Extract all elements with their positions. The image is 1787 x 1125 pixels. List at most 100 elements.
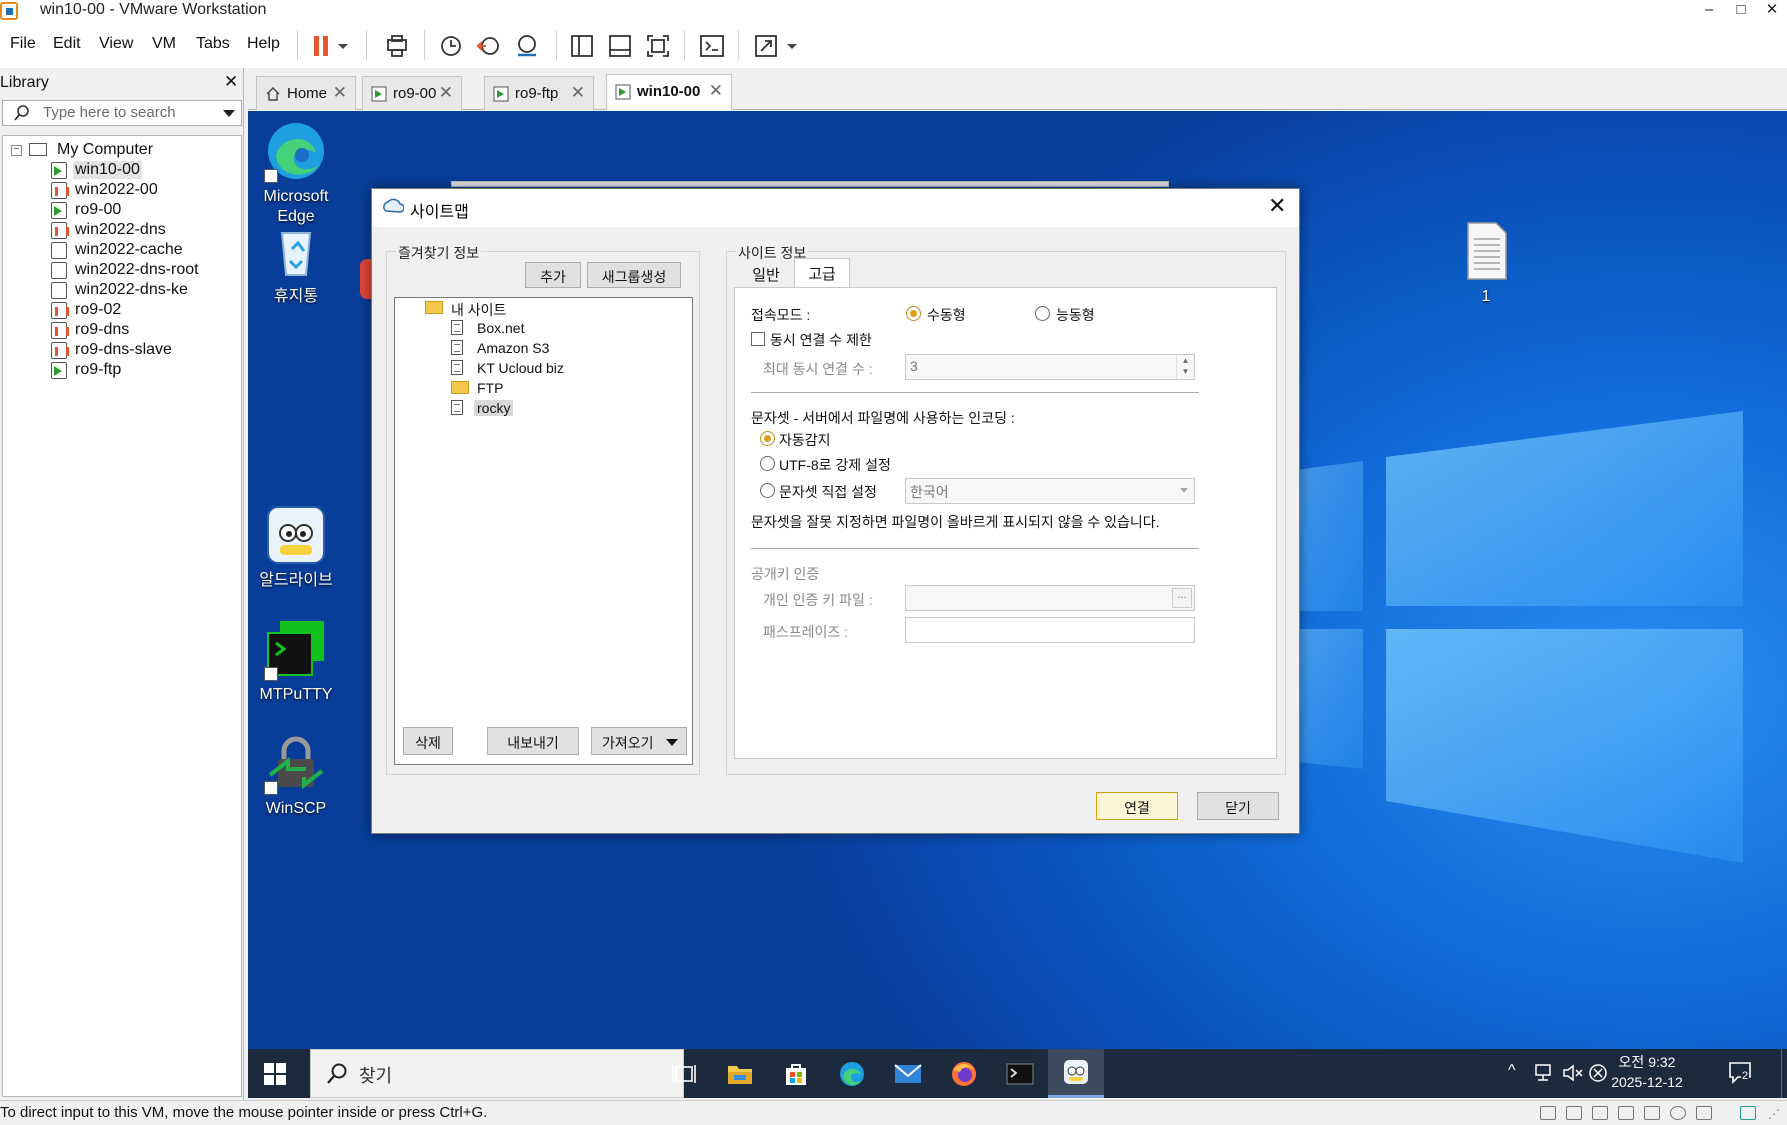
firefox-icon[interactable]: [936, 1049, 992, 1098]
tree-folder[interactable]: FTP: [451, 378, 651, 398]
library-vm-item[interactable]: win2022-dns: [51, 220, 231, 242]
notification-center-icon[interactable]: 2: [1728, 1061, 1754, 1085]
snapshot-manager-icon[interactable]: [511, 30, 543, 62]
minimize-button[interactable]: –: [1697, 0, 1721, 20]
snapshot-icon[interactable]: [435, 30, 467, 62]
dialog-close-button[interactable]: ✕: [1268, 193, 1286, 219]
close-tab-icon[interactable]: ✕: [439, 83, 453, 103]
export-button[interactable]: 내보내기: [487, 727, 579, 755]
tab-win10-00[interactable]: win10-00 ✕: [606, 74, 732, 110]
tree-site-selected[interactable]: rocky: [451, 398, 651, 418]
network-adapter-icon[interactable]: [1618, 1106, 1634, 1120]
microsoft-store-icon[interactable]: [768, 1049, 824, 1098]
active-mode-radio[interactable]: [1035, 306, 1050, 321]
menu-view[interactable]: View: [99, 35, 133, 53]
tab-home[interactable]: Home ✕: [256, 76, 356, 110]
close-button[interactable]: 닫기: [1197, 792, 1279, 820]
terminal-icon[interactable]: [992, 1049, 1048, 1098]
taskbar-clock[interactable]: 오전 9:32 2025-12-12: [1606, 1052, 1688, 1092]
message-log-icon[interactable]: [1740, 1106, 1756, 1120]
library-vm-item[interactable]: ro9-dns: [51, 320, 231, 342]
charset-manual-radio[interactable]: [760, 483, 775, 498]
show-hidden-icons-icon[interactable]: ^: [1508, 1062, 1516, 1080]
private-key-field[interactable]: [905, 585, 1195, 611]
send-keys-icon[interactable]: [381, 30, 413, 62]
network-icon[interactable]: [1534, 1063, 1556, 1088]
menu-help[interactable]: Help: [247, 35, 280, 53]
limit-connections-checkbox[interactable]: [751, 332, 765, 346]
tab-general[interactable]: 일반: [738, 260, 794, 288]
close-tab-icon[interactable]: ✕: [333, 83, 347, 103]
charset-utf8-radio[interactable]: [760, 456, 775, 471]
desktop-icon-aldrive[interactable]: 알드라이브: [248, 503, 344, 591]
tree-site[interactable]: Box.net: [451, 318, 651, 338]
hard-disk-icon[interactable]: [1566, 1106, 1582, 1120]
console-icon[interactable]: [696, 30, 728, 62]
hard-disk-icon[interactable]: [1540, 1106, 1556, 1120]
desktop-icon-winscp[interactable]: WinSCP: [248, 731, 344, 819]
menu-tabs[interactable]: Tabs: [196, 35, 230, 53]
library-vm-item[interactable]: win2022-dns-root: [51, 260, 231, 282]
library-view-icon[interactable]: [566, 30, 598, 62]
library-search-input[interactable]: Type here to search: [2, 100, 242, 126]
resize-grip-icon[interactable]: ⋰: [1768, 1107, 1780, 1121]
file-explorer-icon[interactable]: [712, 1049, 768, 1098]
library-vm-item[interactable]: win2022-dns-ke: [51, 280, 231, 302]
tree-site[interactable]: Amazon S3: [451, 338, 651, 358]
library-close-button[interactable]: ✕: [224, 72, 238, 92]
passive-mode-radio[interactable]: [906, 306, 921, 321]
dropdown-arrow-icon[interactable]: [333, 30, 353, 62]
sound-card-icon[interactable]: [1670, 1106, 1686, 1120]
menu-vm[interactable]: VM: [152, 35, 176, 53]
close-window-button[interactable]: ✕: [1760, 0, 1784, 20]
task-view-icon[interactable]: [656, 1049, 712, 1098]
aldrive-taskbar-icon[interactable]: [1048, 1049, 1104, 1098]
usb-icon[interactable]: [1644, 1106, 1660, 1120]
connect-button[interactable]: 연결: [1096, 792, 1178, 820]
tree-site[interactable]: KT Ucloud biz: [451, 358, 651, 378]
new-group-button[interactable]: 새그룹생성: [587, 262, 681, 288]
charset-select[interactable]: 한국어: [905, 478, 1195, 504]
desktop-icon-mtputty[interactable]: MTPuTTY: [248, 617, 344, 705]
full-screen-icon[interactable]: [642, 30, 674, 62]
library-vm-item[interactable]: ro9-02: [51, 300, 231, 322]
stretch-icon[interactable]: [750, 30, 782, 62]
library-vm-item[interactable]: win10-00: [51, 160, 231, 182]
volume-muted-icon[interactable]: [1562, 1063, 1584, 1088]
library-vm-item[interactable]: ro9-ftp: [51, 360, 231, 382]
windows-start-icon[interactable]: [248, 1049, 302, 1098]
stretch-dropdown-icon[interactable]: [782, 30, 802, 62]
add-site-button[interactable]: 추가: [525, 262, 581, 288]
tab-advanced[interactable]: 고급: [794, 258, 850, 288]
close-tab-icon[interactable]: ✕: [709, 81, 723, 101]
tree-root-my-computer[interactable]: − My Computer: [11, 140, 211, 162]
tab-ro9-00[interactable]: ro9-00 ✕: [362, 76, 462, 110]
passphrase-field[interactable]: [905, 617, 1195, 643]
tree-folder[interactable]: 내 사이트: [425, 298, 625, 318]
revert-snapshot-icon[interactable]: [473, 30, 505, 62]
desktop-icon-recycle-bin[interactable]: 휴지통: [248, 219, 344, 307]
collapse-icon[interactable]: −: [11, 145, 22, 156]
desktop-icon-edge[interactable]: Microsoft Edge: [248, 119, 344, 227]
desktop-icon-text-file[interactable]: 1: [1438, 219, 1534, 307]
status-error-icon[interactable]: [1588, 1063, 1608, 1088]
max-connections-field[interactable]: 3: [905, 354, 1195, 380]
menu-edit[interactable]: Edit: [53, 35, 81, 53]
menu-file[interactable]: File: [10, 35, 36, 53]
cd-dvd-icon[interactable]: [1592, 1106, 1608, 1120]
show-desktop-button[interactable]: [1781, 1049, 1787, 1098]
thumbnail-view-icon[interactable]: [604, 30, 636, 62]
tab-ro9-ftp[interactable]: ro9-ftp ✕: [484, 76, 594, 110]
search-dropdown-icon[interactable]: [223, 110, 235, 117]
spinner-arrows-icon[interactable]: ▲ ▼: [1176, 355, 1194, 379]
library-vm-item[interactable]: ro9-00: [51, 200, 231, 222]
edge-taskbar-icon[interactable]: [824, 1049, 880, 1098]
maximize-button[interactable]: □: [1729, 0, 1753, 20]
library-vm-item[interactable]: ro9-dns-slave: [51, 340, 231, 362]
display-icon[interactable]: [1696, 1106, 1712, 1120]
charset-auto-radio[interactable]: [760, 431, 775, 446]
close-tab-icon[interactable]: ✕: [571, 83, 585, 103]
mail-icon[interactable]: [880, 1049, 936, 1098]
import-button[interactable]: 가져오기: [591, 727, 687, 755]
library-vm-item[interactable]: win2022-00: [51, 180, 231, 202]
